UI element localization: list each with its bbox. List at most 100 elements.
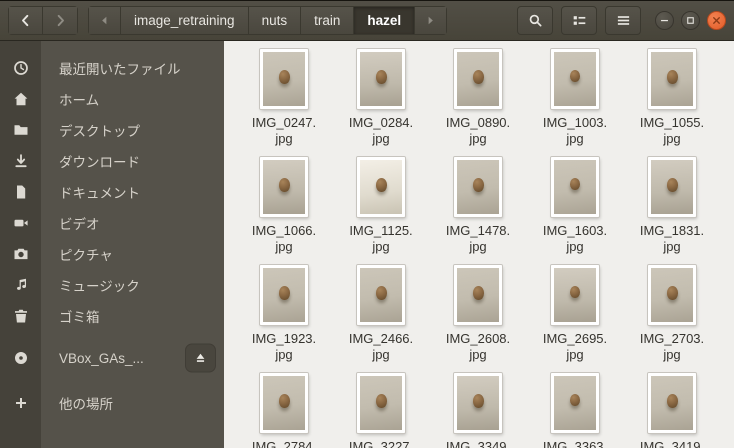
sidebar-item-recent[interactable]: 最近開いたファイル xyxy=(0,52,224,83)
file-thumbnail xyxy=(454,157,502,217)
file-thumbnail xyxy=(260,265,308,325)
file-item[interactable]: IMG_1831. jpg xyxy=(626,157,718,265)
file-item[interactable]: IMG_1923. jpg xyxy=(238,265,330,373)
file-item[interactable]: IMG_1066. jpg xyxy=(238,157,330,265)
file-item[interactable]: IMG_0890. jpg xyxy=(432,49,524,157)
sidebar-item-downloads[interactable]: ダウンロード xyxy=(0,145,224,176)
file-item[interactable]: IMG_1125. jpg xyxy=(335,157,427,265)
plus-icon xyxy=(0,395,41,411)
hazelnut-photo xyxy=(667,70,678,85)
headerbar: image_retraining nuts train hazel xyxy=(0,0,734,41)
pathbar-scroll-left-button[interactable] xyxy=(88,6,121,35)
file-item[interactable]: IMG_2466. jpg xyxy=(335,265,427,373)
sidebar-item-desktop[interactable]: デスクトップ xyxy=(0,114,224,145)
file-name: IMG_0247. jpg xyxy=(251,115,317,146)
file-item[interactable]: IMG_2608. jpg xyxy=(432,265,524,373)
hazelnut-photo xyxy=(279,70,290,85)
breadcrumb-hazel[interactable]: hazel xyxy=(354,6,416,35)
hazelnut-photo xyxy=(570,178,580,191)
file-thumbnail xyxy=(260,49,308,109)
file-name: IMG_1478. jpg xyxy=(445,223,511,254)
hazelnut-photo xyxy=(473,178,484,193)
home-icon xyxy=(0,91,41,107)
file-thumbnail xyxy=(357,373,405,433)
sidebar-item-documents[interactable]: ドキュメント xyxy=(0,176,224,207)
file-item[interactable]: IMG_3363.jpg xyxy=(529,373,621,448)
file-name: IMG_2608. jpg xyxy=(445,331,511,362)
file-item[interactable]: IMG_0247. jpg xyxy=(238,49,330,157)
minimize-button[interactable] xyxy=(655,11,674,30)
file-name: IMG_0890. jpg xyxy=(445,115,511,146)
trash-icon xyxy=(0,308,41,324)
optical-disc-icon xyxy=(0,350,41,366)
sidebar-item-home[interactable]: ホーム xyxy=(0,83,224,114)
sidebar-item-videos[interactable]: ビデオ xyxy=(0,207,224,238)
breadcrumb-nuts[interactable]: nuts xyxy=(248,6,302,35)
hazelnut-photo xyxy=(473,394,484,409)
file-thumbnail xyxy=(648,49,696,109)
file-name: IMG_1055. jpg xyxy=(639,115,705,146)
sidebar-item-label: ダウンロード xyxy=(59,154,140,170)
file-item[interactable]: IMG_3349.jpg xyxy=(432,373,524,448)
sidebar: 最近開いたファイル ホーム デスクトップ ダウンロード ドキュメント ビデオ ピ… xyxy=(0,41,224,448)
pathbar-scroll-right-button[interactable] xyxy=(415,6,448,35)
sidebar-item-music[interactable]: ミュージック xyxy=(0,269,224,300)
chevron-left-icon xyxy=(18,13,33,28)
file-name: IMG_1003. jpg xyxy=(542,115,608,146)
minimize-icon xyxy=(659,15,670,26)
file-manager-window: image_retraining nuts train hazel 最近開いたファイル… xyxy=(0,0,734,448)
close-button[interactable] xyxy=(707,11,726,30)
file-item[interactable]: IMG_3227.jpg xyxy=(335,373,427,448)
file-item[interactable]: IMG_0284. jpg xyxy=(335,49,427,157)
file-name: IMG_1831. jpg xyxy=(639,223,705,254)
file-item[interactable]: IMG_2695. jpg xyxy=(529,265,621,373)
file-name: IMG_2695. jpg xyxy=(542,331,608,362)
hazelnut-photo xyxy=(570,394,580,407)
window-body: 最近開いたファイル ホーム デスクトップ ダウンロード ドキュメント ビデオ ピ… xyxy=(0,41,734,448)
file-item[interactable]: IMG_3419.jpg xyxy=(626,373,718,448)
menu-button[interactable] xyxy=(605,6,641,35)
breadcrumb-image_retraining[interactable]: image_retraining xyxy=(121,6,249,35)
file-item[interactable]: IMG_1603. jpg xyxy=(529,157,621,265)
hazelnut-photo xyxy=(376,394,387,409)
file-item[interactable]: IMG_1055. jpg xyxy=(626,49,718,157)
triangle-right-icon xyxy=(423,13,438,28)
file-name: IMG_1603. jpg xyxy=(542,223,608,254)
video-camera-icon xyxy=(0,215,41,231)
file-item[interactable]: IMG_2703. jpg xyxy=(626,265,718,373)
file-thumbnail xyxy=(357,265,405,325)
breadcrumb-train[interactable]: train xyxy=(301,6,355,35)
search-button[interactable] xyxy=(517,6,553,35)
close-icon xyxy=(711,15,722,26)
file-name: IMG_1923. jpg xyxy=(251,331,317,362)
file-item[interactable]: IMG_1003. jpg xyxy=(529,49,621,157)
hazelnut-photo xyxy=(667,394,678,409)
hamburger-icon xyxy=(616,13,631,28)
file-name: IMG_1125. jpg xyxy=(349,223,413,254)
file-thumbnail xyxy=(551,265,599,325)
file-item[interactable]: IMG_1478. jpg xyxy=(432,157,524,265)
folder-icon xyxy=(0,122,41,138)
sidebar-item-label: ビデオ xyxy=(59,216,100,232)
sidebar-item-trash[interactable]: ゴミ箱 xyxy=(0,300,224,331)
forward-button[interactable] xyxy=(43,6,78,35)
sidebar-item-vbox-gas[interactable]: VBox_GAs_... xyxy=(0,340,224,376)
nav-button-group xyxy=(8,6,78,35)
sidebar-item-other-locations[interactable]: 他の場所 xyxy=(0,385,224,421)
document-icon xyxy=(0,184,41,200)
maximize-icon xyxy=(685,15,696,26)
file-item[interactable]: IMG_2784.jpg xyxy=(238,373,330,448)
file-thumbnail xyxy=(357,49,405,109)
eject-icon xyxy=(194,352,207,365)
view-toggle-button[interactable] xyxy=(561,6,597,35)
back-button[interactable] xyxy=(8,6,43,35)
chevron-right-icon xyxy=(53,13,68,28)
file-name: IMG_3227.jpg xyxy=(348,439,414,448)
maximize-button[interactable] xyxy=(681,11,700,30)
file-name: IMG_3419.jpg xyxy=(639,439,705,448)
sidebar-item-pictures[interactable]: ピクチャ xyxy=(0,238,224,269)
list-view-icon xyxy=(572,13,587,28)
clock-icon xyxy=(0,60,41,76)
eject-button[interactable] xyxy=(185,343,216,373)
toolbar-buttons xyxy=(517,6,641,35)
